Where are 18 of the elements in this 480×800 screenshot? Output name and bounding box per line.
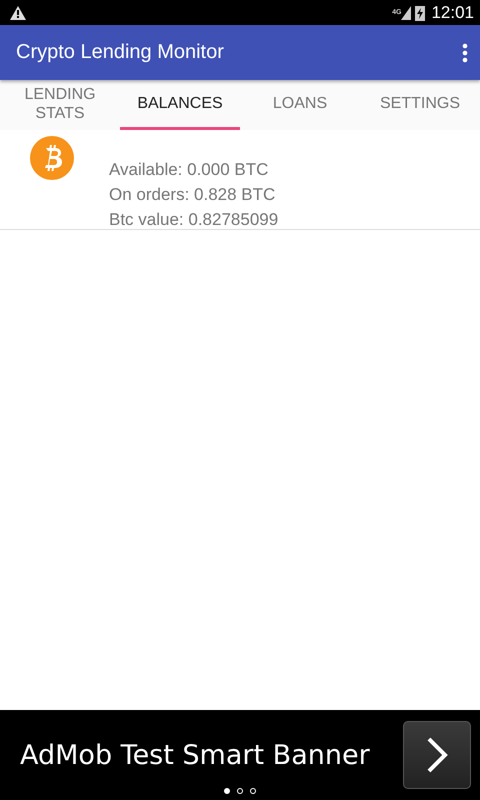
signal-icon	[401, 6, 412, 20]
tab[interactable]: LOANS	[240, 80, 360, 130]
tab[interactable]: SETTINGS	[360, 80, 480, 130]
ad-text: AdMob Test Smart Banner	[20, 740, 371, 770]
chevron-right-icon	[426, 737, 448, 773]
tab[interactable]: BALANCES	[120, 80, 240, 130]
ad-next-button[interactable]	[403, 721, 471, 789]
app-title: Crypto Lending Monitor	[16, 41, 224, 64]
ad-banner[interactable]: AdMob Test Smart Banner	[0, 710, 480, 800]
balance-line: On orders: 0.828 BTC	[109, 184, 276, 206]
bitcoin-icon	[30, 136, 74, 180]
warning-icon	[10, 6, 26, 20]
more-options-icon[interactable]	[462, 42, 468, 62]
status-time: 12:01	[431, 2, 474, 22]
tab[interactable]: LENDING STATS	[0, 80, 120, 130]
balance-line: Btc value: 0.82785099	[109, 209, 278, 231]
battery-icon	[415, 4, 426, 20]
balance-line: Available: 0.000 BTC	[109, 159, 270, 181]
